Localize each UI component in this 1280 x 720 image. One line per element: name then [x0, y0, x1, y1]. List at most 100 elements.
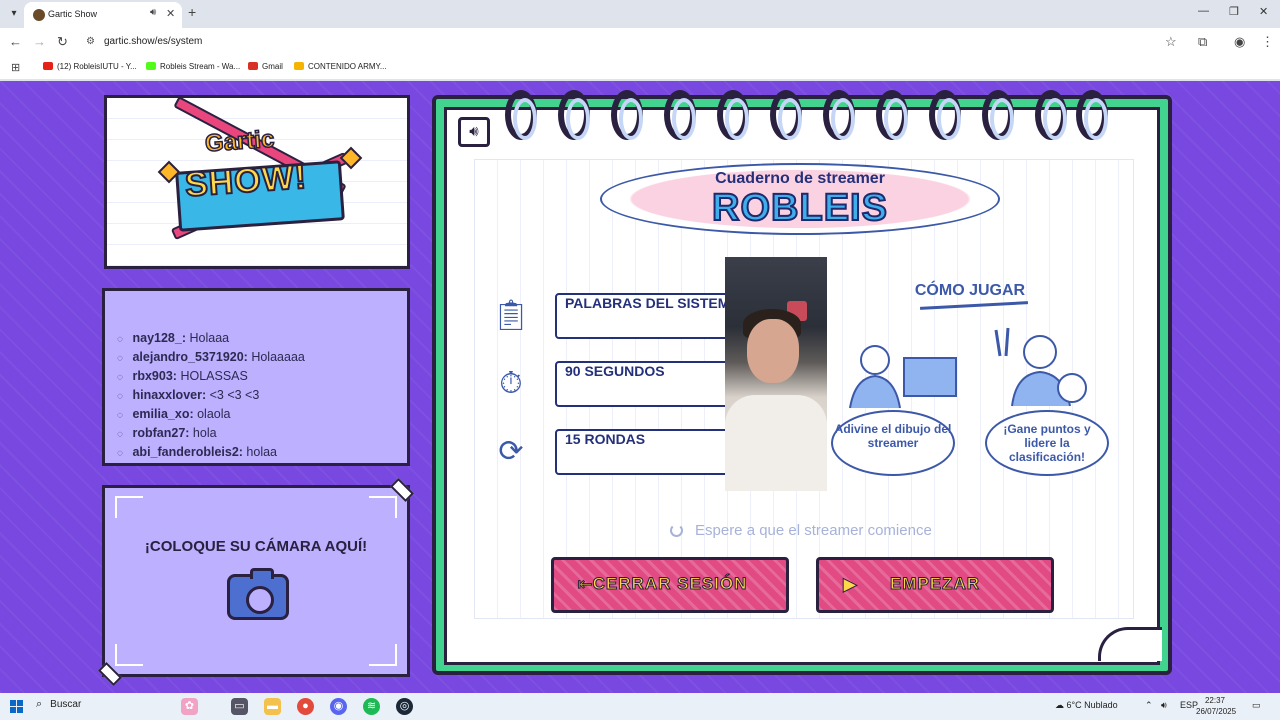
webcam-person — [747, 319, 799, 383]
spiral-ring — [982, 90, 1014, 140]
tab-audio-icon[interactable]: 🔊︎ — [150, 7, 156, 18]
bookmarks-bar: ⊞ (12) RobleisIUTU - Y... Robleis Stream… — [0, 56, 1280, 80]
spiral-ring — [876, 90, 908, 140]
clock-date: 26/07/2025 — [1196, 707, 1237, 716]
webcam-person — [725, 395, 827, 491]
chrome-icon[interactable]: ● — [297, 698, 314, 715]
chat-panel: ◌ nay128_: Holaaa ◌ alejandro_5371920: H… — [102, 288, 410, 466]
spiral-ring — [664, 90, 696, 140]
spotify-icon[interactable]: ≋ — [363, 698, 380, 715]
apps-grid-icon[interactable]: ⊞ — [11, 61, 20, 74]
task-view-icon[interactable]: ▭ — [231, 698, 248, 715]
windows-taskbar: ⌕ Buscar ✿ ▭ ▬ ● ◉ ≋ ◎ ☁ 6°C Nublado ⌃ 🔊︎… — [0, 693, 1280, 720]
bookmark-star-icon[interactable]: ☆ — [1165, 34, 1177, 50]
minimize-icon[interactable]: — — [1198, 5, 1209, 17]
tray-chevron-icon[interactable]: ⌃ — [1145, 700, 1153, 711]
notebook-header: Cuaderno de streamer ROBLEIS — [600, 163, 1000, 235]
taskbar-search[interactable]: ⌕ Buscar — [36, 698, 81, 711]
start-button[interactable]: ▶ EMPEZAR — [816, 557, 1054, 613]
chat-message: ◌ nay128_: Holaaa — [117, 331, 305, 350]
notebook-subtitle: Cuaderno de streamer — [715, 170, 885, 187]
bookmark-item[interactable]: CONTENIDO ARMY... — [294, 62, 387, 71]
site-info-icon[interactable]: ⚙ — [86, 36, 95, 47]
spiral-ring — [823, 90, 855, 140]
favicon-icon — [33, 9, 45, 21]
chat-user: alejandro_5371920: — [132, 350, 248, 364]
chat-message: ◌ emilia_xo: olaola — [117, 407, 305, 426]
camera-icon — [227, 568, 289, 620]
discord-icon[interactable]: ◉ — [330, 698, 347, 715]
howto-step-text: Adivine el dibujo del streamer — [834, 422, 952, 450]
browser-tab[interactable]: Gartic Show 🔊︎ ✕ — [24, 2, 182, 28]
chat-message: ◌ alejandro_5371920: Holaaaaa — [117, 350, 305, 369]
tab-search-icon[interactable]: ▾ — [6, 6, 22, 22]
file-explorer-icon[interactable]: ▬ — [264, 698, 281, 715]
menu-icon[interactable]: ⋮ — [1261, 34, 1274, 50]
notifications-icon[interactable]: ▭ — [1252, 700, 1261, 711]
chat-text: Holaaa — [189, 331, 230, 345]
bookmark-item[interactable]: Robleis Stream - Wa... — [146, 62, 240, 71]
chat-message: ◌ abi_fanderobleis2: holaa — [117, 445, 305, 464]
frame-corner — [115, 644, 143, 666]
option-rounds[interactable]: ⟳ 15 RONDAS — [480, 429, 745, 475]
gartic-show-logo: Gartic SHOW! — [155, 96, 365, 248]
frame-corner — [115, 496, 143, 518]
url-field[interactable]: gartic.show/es/system — [104, 36, 202, 47]
tab-title: Gartic Show — [48, 9, 98, 19]
chat-text: holaa — [246, 445, 278, 459]
chat-text: <3 <3 <3 — [209, 388, 260, 402]
option-words[interactable]: 📋︎ PALABRAS DEL SISTEMA — [480, 293, 745, 339]
lightning-icon — [339, 146, 363, 170]
streamer-name: ROBLEIS — [711, 186, 888, 230]
steam-icon[interactable]: ◎ — [396, 698, 413, 715]
chat-message: ◌ robfan27: hola — [117, 426, 305, 445]
taskbar-clock[interactable]: 22:37 26/07/2025 — [1196, 695, 1237, 717]
spiral-ring — [929, 90, 961, 140]
chat-bubble-icon: ◌ — [117, 372, 123, 383]
address-bar: ← → ↻ ⚙ gartic.show/es/system ☆ ⧉ ◉ ⋮ — [0, 28, 1280, 56]
stopwatch-icon: ⏱︎ — [499, 367, 523, 400]
logo-gartic-word: Gartic — [203, 125, 276, 158]
chat-user: hinaxxlover: — [132, 388, 207, 402]
logout-button[interactable]: ⇤ CERRAR SESIÓN — [551, 557, 789, 613]
chat-list: ◌ nay128_: Holaaa ◌ alejandro_5371920: H… — [117, 331, 305, 464]
weather-widget[interactable]: ☁ 6°C Nublado — [1055, 700, 1118, 711]
bookmark-item[interactable]: (12) RobleisIUTU - Y... — [43, 62, 137, 71]
widget-icon[interactable]: ✿ — [181, 698, 198, 715]
chat-text: olaola — [197, 407, 231, 421]
spiral-ring — [611, 90, 643, 140]
drive-icon — [294, 62, 304, 70]
new-tab-button[interactable]: + — [188, 4, 196, 20]
chat-message: ◌ rbx903: HOLASSAS — [117, 369, 305, 388]
window-close-icon[interactable]: ✕ — [1259, 5, 1268, 18]
reload-icon[interactable]: ↻ — [57, 34, 68, 50]
howto-title: CÓMO JUGAR — [914, 282, 1026, 299]
chat-text: HOLASSAS — [180, 369, 248, 383]
volume-icon[interactable]: 🔊︎ — [1161, 700, 1167, 711]
profile-icon[interactable]: ◉ — [1234, 34, 1245, 50]
restore-icon[interactable]: ❐ — [1229, 5, 1239, 18]
sound-toggle-button[interactable]: 🔊︎ — [458, 117, 490, 147]
streamer-webcam — [725, 257, 827, 491]
chat-text: Holaaaaa — [251, 350, 305, 364]
start-label: EMPEZAR — [889, 574, 981, 594]
chat-user: emilia_xo: — [132, 407, 194, 421]
loading-spinner-icon — [670, 524, 683, 537]
rounds-icon: ⟳ — [498, 435, 524, 468]
points-illustration — [994, 327, 1087, 407]
tab-close-icon[interactable]: ✕ — [166, 7, 175, 20]
howto-step-text: ¡Gane puntos y lidere la clasificación! — [1003, 422, 1091, 464]
forward-icon[interactable]: → — [33, 34, 46, 49]
spiral-ring — [558, 90, 590, 140]
frame-corner — [369, 644, 397, 666]
windows-start-icon[interactable] — [10, 700, 23, 713]
option-time[interactable]: ⏱︎ 90 SEGUNDOS — [480, 361, 745, 407]
option-label: PALABRAS DEL SISTEMA — [555, 293, 745, 339]
frame-corner — [369, 496, 397, 518]
chat-bubble-icon: ◌ — [117, 448, 123, 459]
extensions-icon[interactable]: ⧉ — [1198, 34, 1207, 50]
bookmark-item[interactable]: Gmail — [248, 62, 283, 71]
camera-title: ¡COLOQUE SU CÁMARA AQUÍ! — [144, 538, 368, 555]
back-icon[interactable]: ← — [9, 34, 22, 49]
search-icon: ⌕ — [36, 698, 43, 710]
